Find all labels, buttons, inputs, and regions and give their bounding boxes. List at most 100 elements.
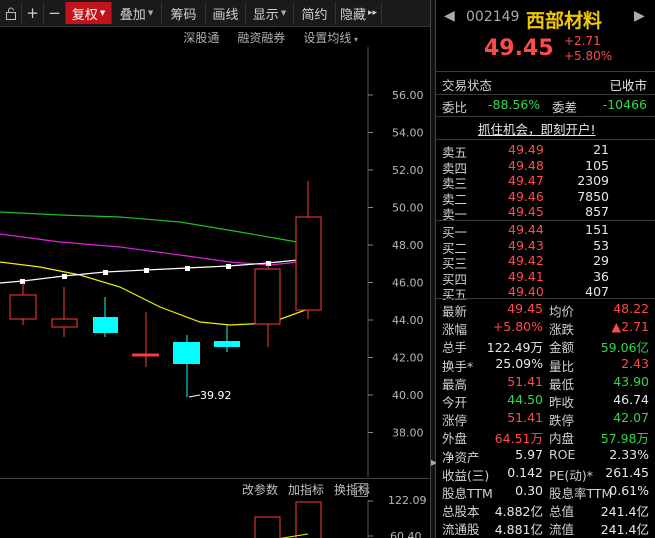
banner-text[interactable]: 抓住机会，即刻开户! <box>478 119 596 138</box>
stat-label: ROE <box>549 446 576 462</box>
display-dropdown[interactable]: 显示 ▼ <box>246 2 294 24</box>
bid-row[interactable]: 买五 49.40 407 <box>436 284 655 302</box>
stats-row: 净资产 5.97 ROE 2.33% <box>436 447 655 465</box>
adjust-dropdown[interactable]: 复权 ▼ <box>66 2 112 24</box>
stat-value: 43.90 <box>613 373 649 389</box>
close-icon[interactable]: ✕ <box>354 483 368 497</box>
zoom-in-icon[interactable]: + <box>22 2 44 24</box>
stats-row: 流通股 4.881亿 流值 241.4亿 <box>436 519 655 537</box>
weicha-label: 委差 <box>552 100 578 115</box>
chevron-down-icon: ▼ <box>99 9 106 17</box>
candle-2 <box>51 287 78 337</box>
level-volume: 21 <box>593 142 609 157</box>
volume-panel: 122.09 60.40 <box>0 494 430 538</box>
display-label: 显示 <box>252 7 279 23</box>
quote-panel: ◀ 002149 西部材料 ▶ 49.45 +2.71 +5.80% 交易状态 … <box>436 0 655 538</box>
level-volume: 105 <box>585 157 609 173</box>
lock-icon[interactable] <box>0 2 22 24</box>
next-stock-icon[interactable]: ▶ <box>634 8 645 24</box>
level-volume: 2309 <box>577 173 609 189</box>
status-label: 交易状态 <box>442 78 493 93</box>
open-account-banner[interactable]: 抓住机会，即刻开户! <box>436 119 655 137</box>
stats-row: 换手* 25.09% 量比 2.43 <box>436 356 655 374</box>
stock-header: ◀ 002149 西部材料 ▶ <box>436 6 655 32</box>
price-tick-label: 48.00 <box>392 239 424 252</box>
candlestick-svg: 56.00 54.00 52.00 50.00 48.00 46.00 44.00 42.00… <box>0 47 424 477</box>
stat-label: 涨幅 <box>442 322 468 338</box>
price-change-pct: +5.80% <box>564 49 613 63</box>
stat-label: 涨停 <box>442 413 468 429</box>
stat-label: 总值 <box>549 504 575 520</box>
overlay-dropdown[interactable]: 叠加 ▼ <box>112 2 162 24</box>
hide-button[interactable]: 隐藏 ▸▸ <box>336 2 382 24</box>
stat-label: 最高 <box>442 376 468 392</box>
kline-chart[interactable]: 56.00 54.00 52.00 50.00 48.00 46.00 44.00 42.00… <box>0 47 430 477</box>
stat-label: 外盘 <box>442 431 468 447</box>
candle-4 <box>132 312 159 367</box>
set-ma-dropdown[interactable]: 设置均线 <box>303 29 358 46</box>
stat-value: 51.41 <box>507 373 543 389</box>
weibi-value: -88.56% <box>488 97 541 112</box>
stat-value: 241.4亿 <box>600 504 649 520</box>
stat-label: 内盘 <box>549 431 575 447</box>
level-volume: 53 <box>593 237 609 253</box>
price-tick-label: 50.00 <box>392 202 424 215</box>
draw-line-button[interactable]: 画线 <box>206 2 246 24</box>
level-volume: 7850 <box>577 188 609 204</box>
stat-value: 2.43 <box>621 355 649 371</box>
price-tick-label: 52.00 <box>392 164 424 177</box>
price-change: +2.71 <box>564 34 601 48</box>
stats-row: 最新 49.45 均价 48.22 <box>436 301 655 319</box>
stat-label: 最低 <box>549 376 575 392</box>
level-price: 49.41 <box>508 268 544 284</box>
prev-stock-icon[interactable]: ◀ <box>444 8 455 24</box>
stat-value: 122.49万 <box>486 340 543 356</box>
hk-connect-link[interactable]: 深股通 <box>183 29 219 46</box>
stat-value: 241.4亿 <box>600 522 649 538</box>
more-icon: ▸▸ <box>367 8 378 18</box>
margin-trading-link[interactable]: 融资融券 <box>237 29 285 46</box>
stat-value: 4.882亿 <box>494 504 543 520</box>
chips-button[interactable]: 筹码 <box>162 2 206 24</box>
candle-8 <box>295 181 322 319</box>
price-tick-label: 38.00 <box>392 427 424 440</box>
level-price: 49.43 <box>508 237 544 253</box>
stat-label: 量比 <box>549 358 575 374</box>
stats-row: 最高 51.41 最低 43.90 <box>436 374 655 392</box>
stat-label: 流值 <box>549 522 575 538</box>
level-price: 49.46 <box>508 188 544 204</box>
stat-value: 49.45 <box>507 301 543 316</box>
stat-value: 51.41 <box>507 410 543 426</box>
level-volume: 857 <box>585 204 609 220</box>
stock-name: 西部材料 <box>526 10 603 32</box>
stat-label: 换手* <box>442 358 474 374</box>
indicator-links: 深股通 融资融券 设置均线 <box>0 27 430 47</box>
edit-params-link[interactable]: 改参数 <box>242 481 278 498</box>
stats-row: 总手 122.49万 金额 59.06亿 <box>436 337 655 355</box>
candle-6 <box>214 325 240 352</box>
candle-1 <box>9 283 37 325</box>
zoom-out-icon[interactable]: − <box>44 2 66 24</box>
level-price: 49.47 <box>508 173 544 189</box>
draw-line-label: 画线 <box>212 7 239 23</box>
stat-label: 总手 <box>442 340 468 356</box>
stat-label: 最新 <box>442 304 468 319</box>
price-tick-label: 42.00 <box>392 352 424 365</box>
last-price: 49.45 <box>484 36 554 61</box>
hide-label: 隐藏 <box>339 7 366 23</box>
simple-button[interactable]: 简约 <box>294 2 336 24</box>
simple-label: 简约 <box>301 7 328 23</box>
stat-label: 股息率TTM <box>549 486 613 501</box>
add-indicator-link[interactable]: 加指标 <box>288 481 324 498</box>
stat-label: 昨收 <box>549 395 575 410</box>
stat-value: 2.33% <box>609 446 649 462</box>
weibi-label: 委比 <box>442 100 468 115</box>
price-tick-label: 56.00 <box>392 89 424 102</box>
overlay-label: 叠加 <box>119 7 146 23</box>
stat-label: 均价 <box>549 304 575 319</box>
vol-label-top: 122.09 <box>388 494 427 507</box>
level-price: 49.42 <box>508 253 544 269</box>
stat-value: 0.30 <box>515 483 543 498</box>
stat-value: 42.07 <box>613 410 649 426</box>
level-volume: 29 <box>593 253 609 269</box>
